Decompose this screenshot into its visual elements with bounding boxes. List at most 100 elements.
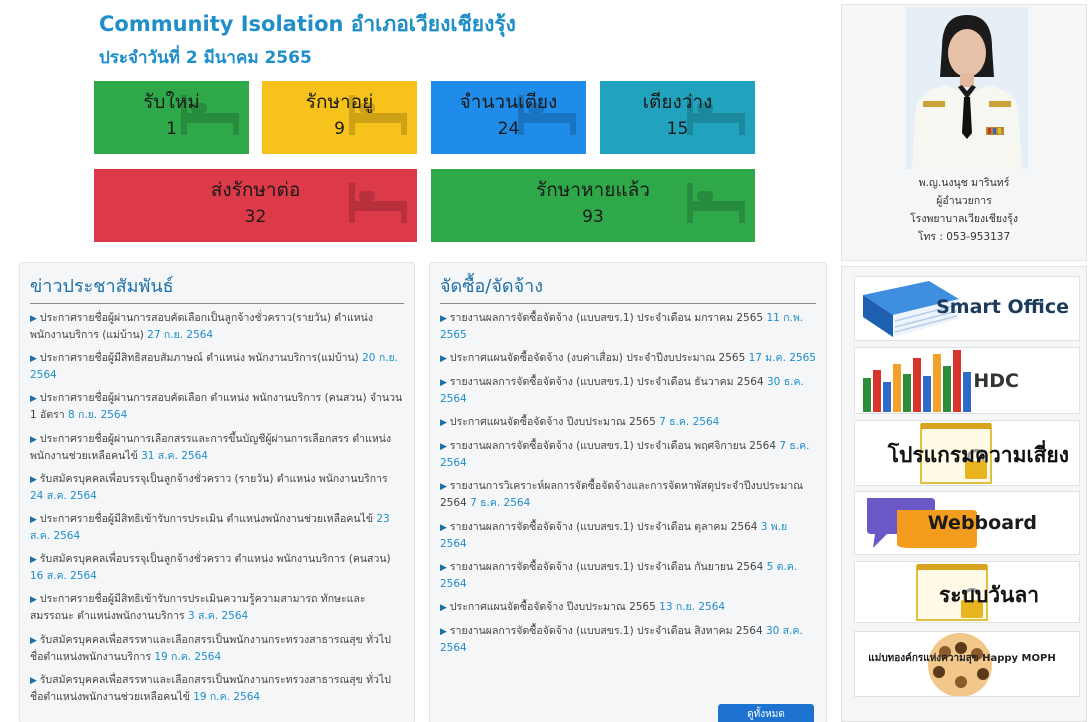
banner-happy-moph[interactable]: แม่บทองค์กรแห่งความสุข Happy MOPH <box>854 631 1080 697</box>
stat-new: รับใหม่ 1 <box>94 81 249 154</box>
stat-value: 32 <box>244 207 267 227</box>
list-item-text[interactable]: รายงานผลการจัดซื้อจัดจ้าง (แบบสขร.1) ประ… <box>450 312 763 324</box>
stat-label: รักษาหายแล้ว <box>536 179 650 201</box>
list-item[interactable]: ▶ ประกาศแผนจัดซื้อจัดจ้าง (งบค่าเสื่อม) ป… <box>440 350 816 367</box>
list-item-text[interactable]: รายงานผลการจัดซื้อจัดจ้าง (แบบสขร.1) ประ… <box>450 625 763 637</box>
news-list: ▶ ประกาศรายชื่อผู้ผ่านการสอบคัดเลือกเป็นล… <box>20 304 414 705</box>
list-item[interactable]: ▶ ประกาศรายชื่อผู้ผ่านการสอบคัดเลือก ตำแห… <box>30 390 404 423</box>
stat-referred: ส่งรักษาต่อ 32 <box>94 169 417 242</box>
list-item[interactable]: ▶ ประกาศรายชื่อผู้มีสิทธิเข้ารับการประเมิ… <box>30 511 404 544</box>
list-item[interactable]: ▶ รับสมัครบุคคลเพื่อสรรหาและเลือกสรรเป็นพ… <box>30 672 404 705</box>
list-item-date: 19 ก.ค. 2564 <box>154 650 222 663</box>
banner-label: ระบบวันลา <box>938 583 1039 607</box>
banner-label: HDC <box>973 370 1019 392</box>
list-item[interactable]: ▶ ประกาศแผนจัดซื้อจัดจ้าง ปีงบประมาณ 2565… <box>440 599 816 616</box>
caret-right-icon: ▶ <box>440 603 447 614</box>
list-item-date: 17 ม.ค. 2565 <box>748 352 816 365</box>
list-item[interactable]: ▶ รายงานผลการจัดซื้อจัดจ้าง (แบบสขร.1) ปร… <box>440 310 816 343</box>
caret-right-icon: ▶ <box>440 442 447 453</box>
list-item[interactable]: ▶ รายงานการวิเคราะห์ผลการจัดซื้อจัดจ้างแล… <box>440 478 816 511</box>
procurement-heading: จัดซื้อ/จัดจ้าง <box>440 271 816 304</box>
list-item-text[interactable]: ประกาศแผนจัดซื้อจัดจ้าง ปีงบประมาณ 2565 <box>450 416 656 428</box>
list-item-date: 16 ส.ค. 2564 <box>30 570 97 583</box>
caret-right-icon: ▶ <box>30 354 37 365</box>
banner-hdc[interactable]: HDC <box>854 347 1080 414</box>
stat-value: 24 <box>497 119 520 139</box>
director-photo <box>906 7 1028 169</box>
stat-free-beds: เตียงว่าง 15 <box>600 81 755 154</box>
banner-webboard[interactable]: Webboard <box>854 491 1080 555</box>
caret-right-icon: ▶ <box>440 378 447 389</box>
list-item[interactable]: ▶ ประกาศรายชื่อผู้มีสิทธิเข้ารับการประเมิ… <box>30 591 404 624</box>
stat-label: รับใหม่ <box>143 91 200 113</box>
banner-smart-office[interactable]: Smart Office <box>854 276 1080 341</box>
list-item-text[interactable]: ประกาศรายชื่อผู้มีสิทธิเข้ารับการประเมิน… <box>40 513 373 525</box>
list-item[interactable]: ▶ รับสมัครบุคคลเพื่อบรรจุเป็นลูกจ้างชั่วค… <box>30 551 404 584</box>
caret-right-icon: ▶ <box>440 627 447 638</box>
stat-label: รักษาอยู่ <box>305 91 374 113</box>
list-item-text[interactable]: ประกาศรายชื่อผู้มีสิทธิสอบสัมภาษณ์ ตำแหน… <box>40 352 359 364</box>
stat-value: 93 <box>582 207 604 227</box>
page-subtitle: ประจำวันที่ 2 มีนาคม 2565 <box>99 48 312 68</box>
procurement-panel: จัดซื้อ/จัดจ้าง ▶ รายงานผลการจัดซื้อจัดจ้… <box>429 262 827 722</box>
director-position: ผู้อำนวยการ <box>936 194 992 207</box>
list-item[interactable]: ▶ รายงานผลการจัดซื้อจัดจ้าง (แบบสขร.1) ปร… <box>440 623 816 656</box>
director-profile: พ.ญ.นงนุช มารินทร์ ผู้อำนวยการ โรงพยาบาล… <box>841 4 1087 261</box>
list-item-text[interactable]: รับสมัครบุคคลเพื่อบรรจุเป็นลูกจ้างชั่วคร… <box>40 473 388 485</box>
caret-right-icon: ▶ <box>440 354 447 365</box>
stat-label: เตียงว่าง <box>642 91 713 113</box>
banner-label: โปรแกรมความเสี่ยง <box>887 443 1069 467</box>
news-heading: ข่าวประชาสัมพันธ์ <box>30 271 404 304</box>
list-item-date: 7 ธ.ค. 2564 <box>470 497 531 510</box>
caret-right-icon: ▶ <box>440 522 447 533</box>
list-item[interactable]: ▶ รายงานผลการจัดซื้อจัดจ้าง (แบบสขร.1) ปร… <box>440 519 816 552</box>
quick-links-panel: Smart Office HDC โปรแกรมความเสี่ยง Webbo… <box>841 266 1087 722</box>
list-item-text[interactable]: ประกาศแผนจัดซื้อจัดจ้าง ปีงบประมาณ 2565 <box>450 601 656 613</box>
bar-chart-icon <box>863 350 971 412</box>
list-item[interactable]: ▶ รายงานผลการจัดซื้อจัดจ้าง (แบบสขร.1) ปร… <box>440 438 816 471</box>
caret-right-icon: ▶ <box>440 562 447 573</box>
list-item-text[interactable]: รายงานผลการจัดซื้อจัดจ้าง (แบบสขร.1) ประ… <box>450 561 763 573</box>
list-item-text[interactable]: รับสมัครบุคคลเพื่อบรรจุเป็นลูกจ้างชั่วคร… <box>40 553 391 565</box>
list-item-date: 27 ก.ย. 2564 <box>147 328 214 341</box>
stat-value: 1 <box>166 119 177 139</box>
list-item[interactable]: ▶ ประกาศแผนจัดซื้อจัดจ้าง ปีงบประมาณ 2565… <box>440 414 816 431</box>
caret-right-icon: ▶ <box>30 675 37 686</box>
list-item[interactable]: ▶ รับสมัครบุคคลเพื่อบรรจุเป็นลูกจ้างชั่วค… <box>30 471 404 504</box>
list-item-date: 31 ส.ค. 2564 <box>141 449 208 462</box>
caret-right-icon: ▶ <box>440 418 447 429</box>
list-item-text[interactable]: ประกาศแผนจัดซื้อจัดจ้าง (งบค่าเสื่อม) ปร… <box>450 352 745 364</box>
caret-right-icon: ▶ <box>30 635 37 646</box>
list-item[interactable]: ▶ ประกาศรายชื่อผู้มีสิทธิสอบสัมภาษณ์ ตำแห… <box>30 350 404 383</box>
list-item-date: 3 ส.ค. 2564 <box>188 610 249 623</box>
caret-right-icon: ▶ <box>30 474 37 485</box>
director-hospital: โรงพยาบาลเวียงเชียงรุ้ง <box>910 212 1018 225</box>
banner-label: Webboard <box>927 512 1037 534</box>
list-item-text[interactable]: รายงานผลการจัดซื้อจัดจ้าง (แบบสขร.1) ประ… <box>450 440 776 452</box>
list-item[interactable]: ▶ ประกาศรายชื่อผู้ผ่านการสอบคัดเลือกเป็นล… <box>30 310 404 343</box>
caret-right-icon: ▶ <box>30 434 37 445</box>
stat-label: ส่งรักษาต่อ <box>210 179 301 201</box>
news-panel: ข่าวประชาสัมพันธ์ ▶ ประกาศรายชื่อผู้ผ่านก… <box>19 262 415 722</box>
stat-beds: จำนวนเตียง 24 <box>431 81 586 154</box>
procurement-list: ▶ รายงานผลการจัดซื้อจัดจ้าง (แบบสขร.1) ปร… <box>430 304 826 656</box>
stat-value: 15 <box>666 119 689 139</box>
caret-right-icon: ▶ <box>440 482 447 493</box>
director-phone: โทร : 053-953137 <box>917 230 1011 243</box>
view-all-button[interactable]: ดูทั้งหมด <box>718 704 814 722</box>
list-item-date: 8 ก.ย. 2564 <box>68 409 128 422</box>
list-item[interactable]: ▶ รับสมัครบุคคลเพื่อสรรหาและเลือกสรรเป็นพ… <box>30 632 404 665</box>
list-item[interactable]: ▶ รายงานผลการจัดซื้อจัดจ้าง (แบบสขร.1) ปร… <box>440 559 816 592</box>
stat-treating: รักษาอยู่ 9 <box>262 81 417 154</box>
banner-label: แม่บทองค์กรแห่งความสุข Happy MOPH <box>868 653 1056 664</box>
banner-risk-program[interactable]: โปรแกรมความเสี่ยง <box>854 420 1080 486</box>
caret-right-icon: ▶ <box>30 555 37 566</box>
banner-leave-system[interactable]: ระบบวันลา <box>854 561 1080 623</box>
list-item-text[interactable]: รายงานผลการจัดซื้อจัดจ้าง (แบบสขร.1) ประ… <box>450 521 758 533</box>
list-item[interactable]: ▶ ประกาศรายชื่อผู้ผ่านการเลือกสรรและการขึ… <box>30 431 404 464</box>
list-item-text[interactable]: ประกาศรายชื่อผู้ผ่านการเลือกสรรและการขึ้… <box>30 433 391 462</box>
stat-recovered: รักษาหายแล้ว 93 <box>431 169 755 242</box>
stat-value: 9 <box>334 119 345 139</box>
list-item-text[interactable]: รายงานผลการจัดซื้อจัดจ้าง (แบบสขร.1) ประ… <box>450 376 764 388</box>
list-item[interactable]: ▶ รายงานผลการจัดซื้อจัดจ้าง (แบบสขร.1) ปร… <box>440 374 816 407</box>
